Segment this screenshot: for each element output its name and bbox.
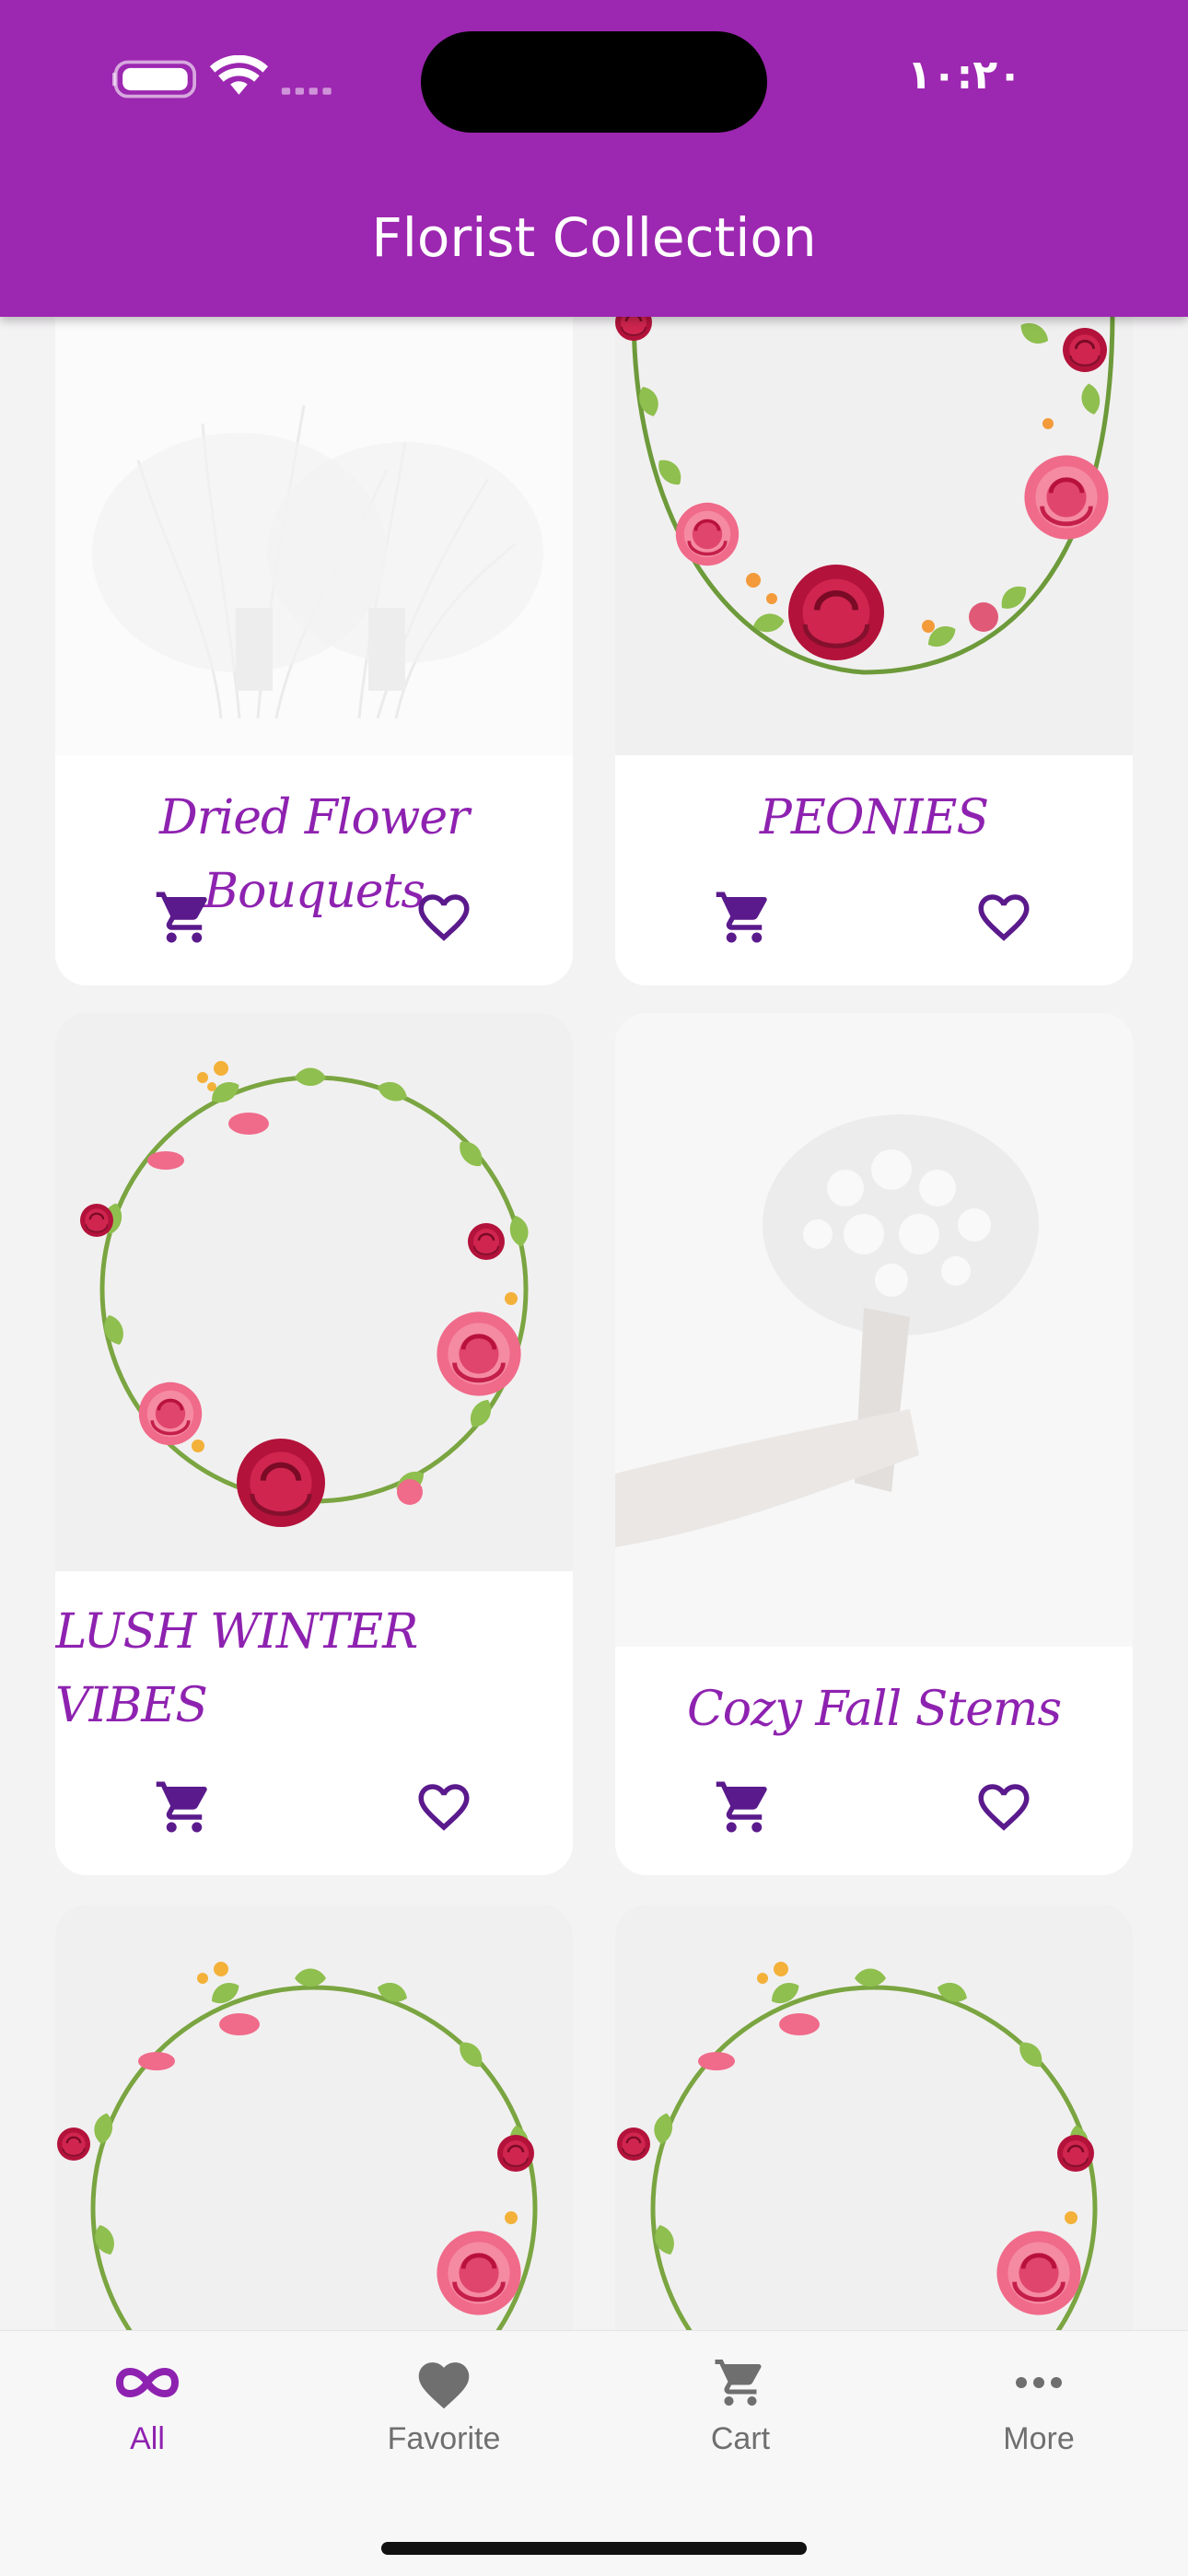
product-image (55, 1905, 573, 2330)
product-name: PEONIES (759, 790, 989, 845)
add-to-cart-button[interactable] (707, 1770, 781, 1844)
add-to-cart-button[interactable] (147, 1770, 221, 1844)
product-card[interactable]: LUSH WINTER VIBES (55, 1013, 573, 1875)
more-dots-icon (1016, 2377, 1062, 2388)
product-grid: Dried Flower Bouquets PEONIES LUSH WINTE… (0, 0, 1188, 2330)
page-title: Florist Collection (371, 206, 817, 269)
bottom-navigation: All Favorite Cart More (0, 2330, 1188, 2576)
watercolor-floral-wreath (55, 1962, 538, 2330)
add-to-cart-button[interactable] (147, 880, 221, 954)
app-bar: ١٠:٢٠ Florist Collection (0, 0, 1188, 317)
product-card[interactable] (615, 1905, 1133, 2330)
cart-icon (156, 1781, 207, 1833)
heart-outline-icon (978, 894, 1030, 941)
product-name: LUSH WINTER VIBES (55, 1604, 418, 1733)
heart-filled-icon (418, 2362, 470, 2409)
watercolor-floral-wreath (615, 1962, 1098, 2330)
product-name: Cozy Fall Stems (686, 1682, 1062, 1737)
product-image (55, 1013, 573, 1571)
nav-item-more[interactable]: More (947, 2355, 1131, 2457)
add-to-cart-button[interactable] (707, 880, 781, 954)
status-time: ١٠:٢٠ (906, 52, 1022, 99)
nav-label: Cart (710, 2421, 771, 2456)
signal-icon (281, 87, 332, 95)
nav-item-cart[interactable]: Cart (648, 2355, 833, 2457)
cart-icon (156, 892, 207, 943)
product-name: Dried Flower Bouquets (159, 790, 470, 919)
wifi-icon (209, 55, 268, 95)
watercolor-rose-wreath (615, 302, 1115, 675)
product-image (615, 1905, 1133, 2330)
nav-label: More (1003, 2421, 1075, 2456)
cart-icon (716, 1781, 767, 1833)
babys-breath-bouquet-photo (615, 1114, 1039, 1547)
cart-icon (715, 2360, 762, 2406)
nav-label: All (130, 2421, 165, 2456)
nav-item-favorite[interactable]: Favorite (352, 2355, 536, 2457)
heart-outline-icon (418, 894, 470, 941)
infinity-icon (115, 2368, 180, 2397)
product-card[interactable]: Cozy Fall Stems (615, 1013, 1133, 1875)
heart-outline-icon (418, 1784, 470, 1831)
dynamic-island (421, 31, 767, 133)
cart-icon (716, 892, 767, 943)
dried-bouquet-photo (92, 404, 543, 719)
product-image (615, 1013, 1133, 1647)
home-indicator (381, 2542, 807, 2555)
favorite-button[interactable] (407, 1770, 481, 1844)
product-card[interactable] (55, 1905, 573, 2330)
favorite-button[interactable] (967, 1770, 1041, 1844)
battery-icon (112, 60, 196, 99)
favorite-button[interactable] (967, 880, 1041, 954)
nav-item-all[interactable]: All (55, 2355, 239, 2457)
nav-label: Favorite (387, 2421, 501, 2456)
product-image (55, 276, 573, 755)
product-card[interactable]: PEONIES (615, 276, 1133, 985)
heart-outline-icon (978, 1784, 1030, 1831)
watercolor-floral-wreath (78, 1061, 531, 1571)
product-image (615, 276, 1133, 755)
product-card[interactable]: Dried Flower Bouquets (55, 276, 573, 985)
status-icons (112, 55, 332, 99)
favorite-button[interactable] (407, 880, 481, 954)
